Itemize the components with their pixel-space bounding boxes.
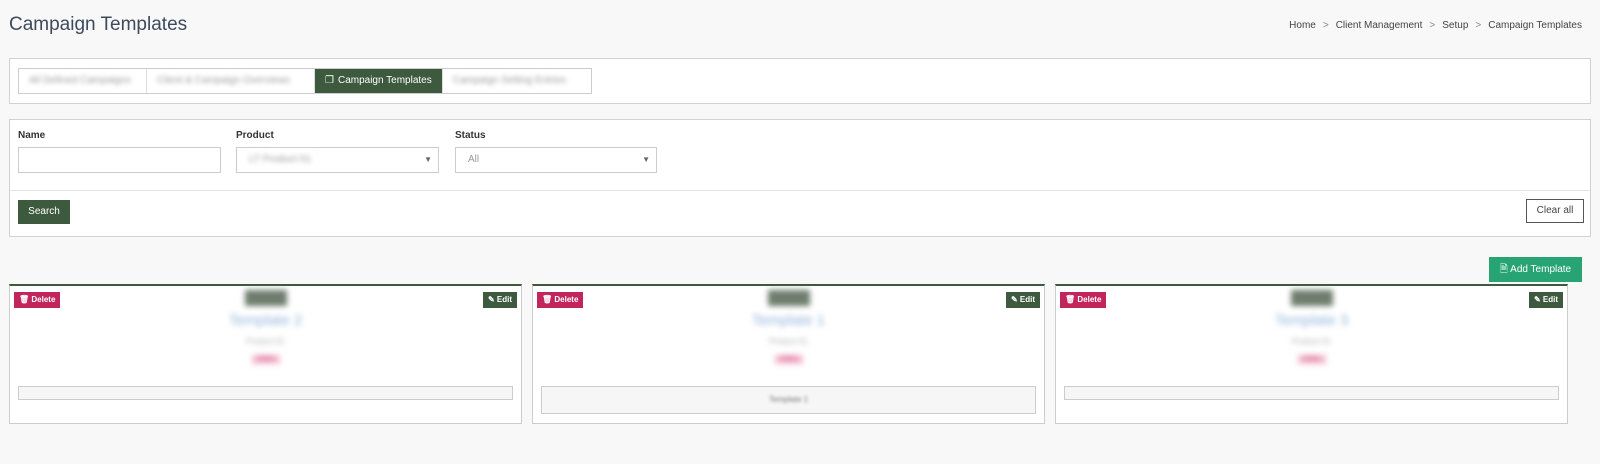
template-product: Product 01 [769, 337, 808, 346]
product-select[interactable]: LT Product 01 ▼ [236, 147, 439, 173]
template-name[interactable]: Template 3 [1257, 312, 1367, 329]
template-thumbnail [1290, 290, 1333, 306]
divider [10, 190, 1590, 191]
clear-all-button[interactable]: Clear all [1526, 199, 1584, 223]
filter-panel: Name Product LT Product 01 ▼ Status All … [9, 119, 1591, 237]
tab-label: All Defined Campaigns [29, 75, 131, 86]
breadcrumb: Home > Client Management > Setup > Campa… [1289, 20, 1582, 31]
add-template-label: Add Template [1510, 264, 1572, 275]
tab-label: Client & Campaign Overviews [157, 75, 290, 86]
edit-icon: ✎ [1533, 295, 1541, 304]
template-footer-bar: Template 1 [541, 386, 1036, 414]
caret-down-icon: ▼ [424, 155, 432, 164]
breadcrumb-separator: > [1429, 20, 1436, 31]
delete-label: Delete [31, 295, 56, 304]
product-select-value: LT Product 01 [249, 154, 311, 165]
template-product: Product 01 [246, 337, 285, 346]
caret-down-icon: ▼ [642, 155, 650, 164]
edit-icon: ✎ [1010, 295, 1018, 304]
status-badge: Active [774, 355, 803, 364]
tab-bar: All Defined Campaigns Client & Campaign … [18, 68, 592, 94]
name-label: Name [18, 130, 46, 141]
add-template-button[interactable]: 🗎 Add Template [1489, 257, 1582, 282]
delete-label: Delete [554, 295, 579, 304]
edit-label: Edit [1019, 295, 1035, 304]
product-label: Product [236, 130, 274, 141]
template-product: Product 01 [1292, 337, 1331, 346]
name-input[interactable] [18, 147, 221, 173]
tab-label: Campaign Setting Entries [452, 75, 567, 86]
edit-button[interactable]: ✎ Edit [482, 292, 517, 308]
template-name[interactable]: Template 2 [211, 312, 321, 329]
breadcrumb-current: Campaign Templates [1488, 20, 1582, 31]
edit-icon: ✎ [487, 295, 495, 304]
template-summary: Template 3 Product 01 Active [1257, 286, 1367, 384]
trash-icon: 🗑 [19, 295, 30, 304]
template-name[interactable]: Template 1 [734, 312, 844, 329]
delete-button[interactable]: 🗑 Delete [14, 292, 61, 308]
template-footer-bar [1064, 386, 1559, 400]
template-card: 🗑 Delete ✎ Edit Template 3 Product 01 Ac… [1055, 284, 1568, 424]
status-badge: Active [251, 355, 280, 364]
status-badge: Active [1297, 355, 1326, 364]
edit-button[interactable]: ✎ Edit [1005, 292, 1040, 308]
template-summary: Template 2 Product 01 Active [211, 286, 321, 384]
edit-label: Edit [1542, 295, 1558, 304]
template-summary: Template 1 Product 01 Active [734, 286, 844, 384]
template-thumbnail [244, 290, 287, 306]
copy-icon: ❐ [325, 75, 334, 86]
delete-label: Delete [1077, 295, 1102, 304]
tabs-panel: All Defined Campaigns Client & Campaign … [9, 58, 1591, 104]
file-icon: 🗎 [1499, 264, 1508, 275]
tab-overviews[interactable]: Client & Campaign Overviews [147, 69, 315, 93]
tab-campaign-templates[interactable]: ❐ Campaign Templates [315, 69, 443, 93]
tab-all-campaigns[interactable]: All Defined Campaigns [19, 69, 147, 93]
edit-button[interactable]: ✎ Edit [1528, 292, 1563, 308]
delete-button[interactable]: 🗑 Delete [1060, 292, 1107, 308]
template-footer-bar [18, 386, 513, 400]
search-button[interactable]: Search [18, 200, 70, 224]
breadcrumb-separator: > [1475, 20, 1482, 31]
breadcrumb-client-management[interactable]: Client Management [1336, 20, 1423, 31]
breadcrumb-home[interactable]: Home [1289, 20, 1316, 31]
tab-label: Campaign Templates [337, 75, 432, 86]
page-title: Campaign Templates [9, 14, 188, 35]
status-select-value: All [468, 154, 480, 165]
template-card: 🗑 Delete ✎ Edit Template 1 Product 01 Ac… [532, 284, 1045, 424]
template-footer-text: Template 1 [768, 395, 809, 404]
trash-icon: 🗑 [1065, 295, 1076, 304]
status-select[interactable]: All ▼ [455, 147, 657, 173]
edit-label: Edit [496, 295, 512, 304]
template-thumbnail [767, 290, 810, 306]
tab-setting-entries[interactable]: Campaign Setting Entries [443, 69, 591, 93]
breadcrumb-setup[interactable]: Setup [1442, 20, 1468, 31]
breadcrumb-separator: > [1322, 20, 1329, 31]
delete-button[interactable]: 🗑 Delete [537, 292, 584, 308]
template-card: 🗑 Delete ✎ Edit Template 2 Product 01 Ac… [9, 284, 522, 424]
status-label: Status [455, 130, 486, 141]
trash-icon: 🗑 [542, 295, 553, 304]
